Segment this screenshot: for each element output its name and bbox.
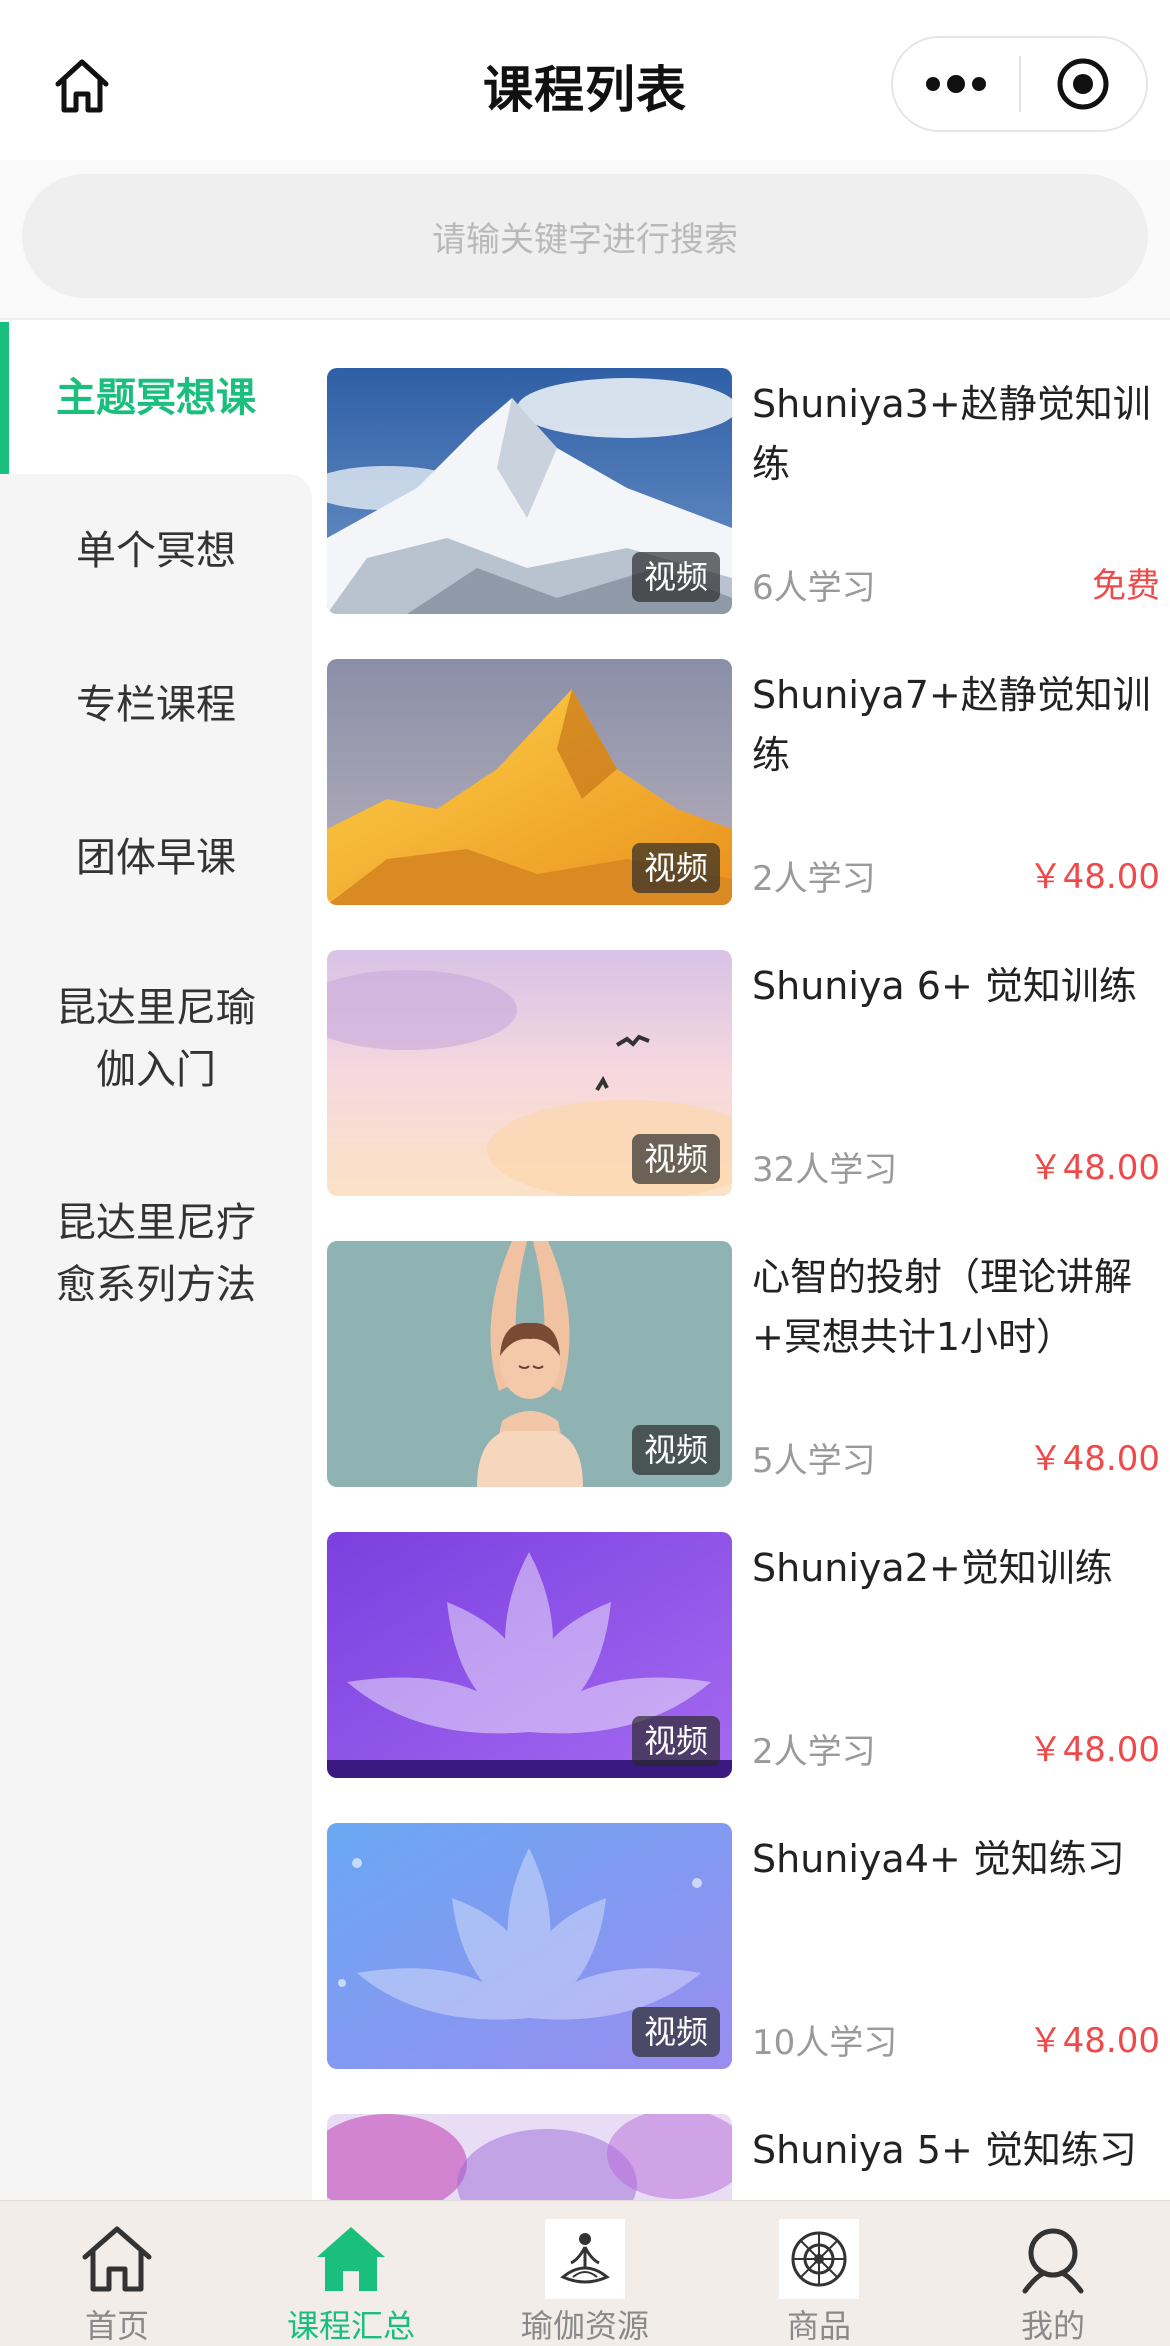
video-tag: 视频 [631, 1425, 720, 1475]
course-title: Shuniya3+赵静觉知训练 [752, 382, 1151, 486]
course-title: Shuniya 5+ 觉知练习 [752, 2128, 1137, 2172]
mandala-icon [791, 2231, 847, 2287]
sidebar-item-label: 团体早课 [76, 835, 236, 881]
tab-home[interactable]: 首页 [0, 2201, 234, 2346]
course-thumbnail: 视频 [327, 1241, 732, 1487]
course-price: ￥48.00 [1028, 1730, 1160, 1770]
tab-yoga-resources[interactable]: 瑜伽资源 [468, 2201, 702, 2346]
yoga-lotus-icon [560, 2233, 610, 2284]
bottom-tab-bar: 首页 课程汇总 瑜伽资源 商品 我的 [0, 2200, 1170, 2346]
sidebar-item-kundalini-intro[interactable]: 昆达里尼瑜伽入门 [0, 934, 312, 1144]
tab-course-summary[interactable]: 课程汇总 [234, 2201, 468, 2346]
tab-label: 瑜伽资源 [520, 2307, 649, 2345]
tab-label: 商品 [786, 2307, 851, 2345]
more-button[interactable] [893, 36, 1019, 132]
category-sidebar: 主题冥想课 单个冥想 专栏课程 团体早课 昆达里尼瑜伽入门 昆达里尼疗愈系列方法 [0, 322, 312, 2200]
sidebar-item-single-meditation[interactable]: 单个冥想 [0, 474, 312, 628]
course-price: 免费 [1092, 566, 1160, 606]
sidebar-item-column-course[interactable]: 专栏课程 [0, 628, 312, 782]
course-thumbnail: 视频 [327, 368, 732, 614]
course-title: Shuniya4+ 觉知练习 [752, 1837, 1125, 1881]
close-miniprogram-button[interactable] [1021, 36, 1146, 132]
tab-label: 首页 [84, 2307, 149, 2345]
target-icon [1057, 58, 1109, 110]
course-card[interactable]: 视频 Shuniya7+赵静觉知训练 2人学习 ￥48.00 [327, 659, 1170, 905]
course-list: 视频 Shuniya3+赵静觉知训练 6人学习 免费 视频 Shuniya7+赵… [312, 322, 1170, 2200]
course-learners: 2人学习 [752, 859, 876, 899]
course-card[interactable]: 视频 Shuniya 6+ 觉知训练 32人学习 ￥48.00 [327, 950, 1170, 1196]
video-tag: 视频 [631, 1716, 720, 1766]
course-learners: 10人学习 [752, 2023, 898, 2063]
course-learners: 5人学习 [752, 1441, 876, 1481]
course-thumbnail: 视频 [327, 1532, 732, 1778]
course-title: Shuniya7+赵静觉知训练 [752, 673, 1151, 777]
video-tag: 视频 [631, 2007, 720, 2057]
course-thumbnail: 视频 [327, 659, 732, 905]
more-dots-icon [926, 75, 986, 93]
sidebar-item-label: 单个冥想 [76, 528, 236, 574]
search-input[interactable]: 请输关键字进行搜索 [22, 174, 1148, 298]
mini-program-capsule [891, 36, 1148, 132]
course-card[interactable]: 视频 Shuniya4+ 觉知练习 10人学习 ￥48.00 [327, 1823, 1170, 2069]
sidebar-item-group-morning[interactable]: 团体早课 [0, 782, 312, 934]
course-price: ￥48.00 [1028, 2021, 1160, 2061]
course-learners: 2人学习 [752, 1732, 876, 1772]
video-tag: 视频 [631, 1134, 720, 1184]
course-card[interactable]: 视频 心智的投射（理论讲解+冥想共计1小时） 5人学习 ￥48.00 [327, 1241, 1170, 1487]
top-bar: 课程列表 [0, 0, 1170, 160]
course-price: ￥48.00 [1028, 857, 1160, 897]
sidebar-item-kundalini-healing[interactable]: 昆达里尼疗愈系列方法 [0, 1144, 312, 1364]
tab-label: 我的 [1020, 2307, 1085, 2345]
home-filled-icon [317, 2227, 385, 2291]
tab-mine[interactable]: 我的 [936, 2201, 1170, 2346]
course-title: Shuniya2+觉知训练 [752, 1546, 1113, 1590]
course-title: 心智的投射（理论讲解+冥想共计1小时） [752, 1255, 1133, 1359]
course-card[interactable]: Shuniya 5+ 觉知练习 [327, 2114, 1170, 2200]
course-thumbnail [327, 2114, 732, 2200]
course-learners: 32人学习 [752, 1150, 898, 1190]
course-thumbnail: 视频 [327, 1823, 732, 2069]
course-title: Shuniya 6+ 觉知训练 [752, 964, 1137, 1008]
abstract-purple-image [327, 2114, 732, 2200]
course-thumbnail: 视频 [327, 950, 732, 1196]
course-learners: 6人学习 [752, 568, 876, 608]
sidebar-item-theme-meditation[interactable]: 主题冥想课 [0, 322, 312, 474]
video-tag: 视频 [631, 843, 720, 893]
course-card[interactable]: 视频 Shuniya3+赵静觉知训练 6人学习 免费 [327, 368, 1170, 614]
user-icon [1022, 2228, 1084, 2294]
home-outline-icon [82, 2226, 152, 2292]
course-price: ￥48.00 [1028, 1148, 1160, 1188]
sidebar-item-label: 昆达里尼瑜伽入门 [56, 985, 256, 1093]
tab-goods[interactable]: 商品 [702, 2201, 936, 2346]
sidebar-item-label: 昆达里尼疗愈系列方法 [56, 1200, 256, 1308]
course-price: ￥48.00 [1028, 1439, 1160, 1479]
app-root: 课程列表 请输关键字进行搜索 主题冥想课 单个冥想 专栏课程 团体早课 昆达里尼… [0, 0, 1170, 2346]
search-placeholder: 请输关键字进行搜索 [432, 219, 738, 260]
tab-label: 课程汇总 [286, 2307, 415, 2345]
sidebar-item-label: 主题冥想课 [56, 375, 256, 421]
video-tag: 视频 [631, 552, 720, 602]
sidebar-item-label: 专栏课程 [76, 682, 236, 728]
course-card[interactable]: 视频 Shuniya2+觉知训练 2人学习 ￥48.00 [327, 1532, 1170, 1778]
search-bar: 请输关键字进行搜索 [0, 160, 1170, 320]
